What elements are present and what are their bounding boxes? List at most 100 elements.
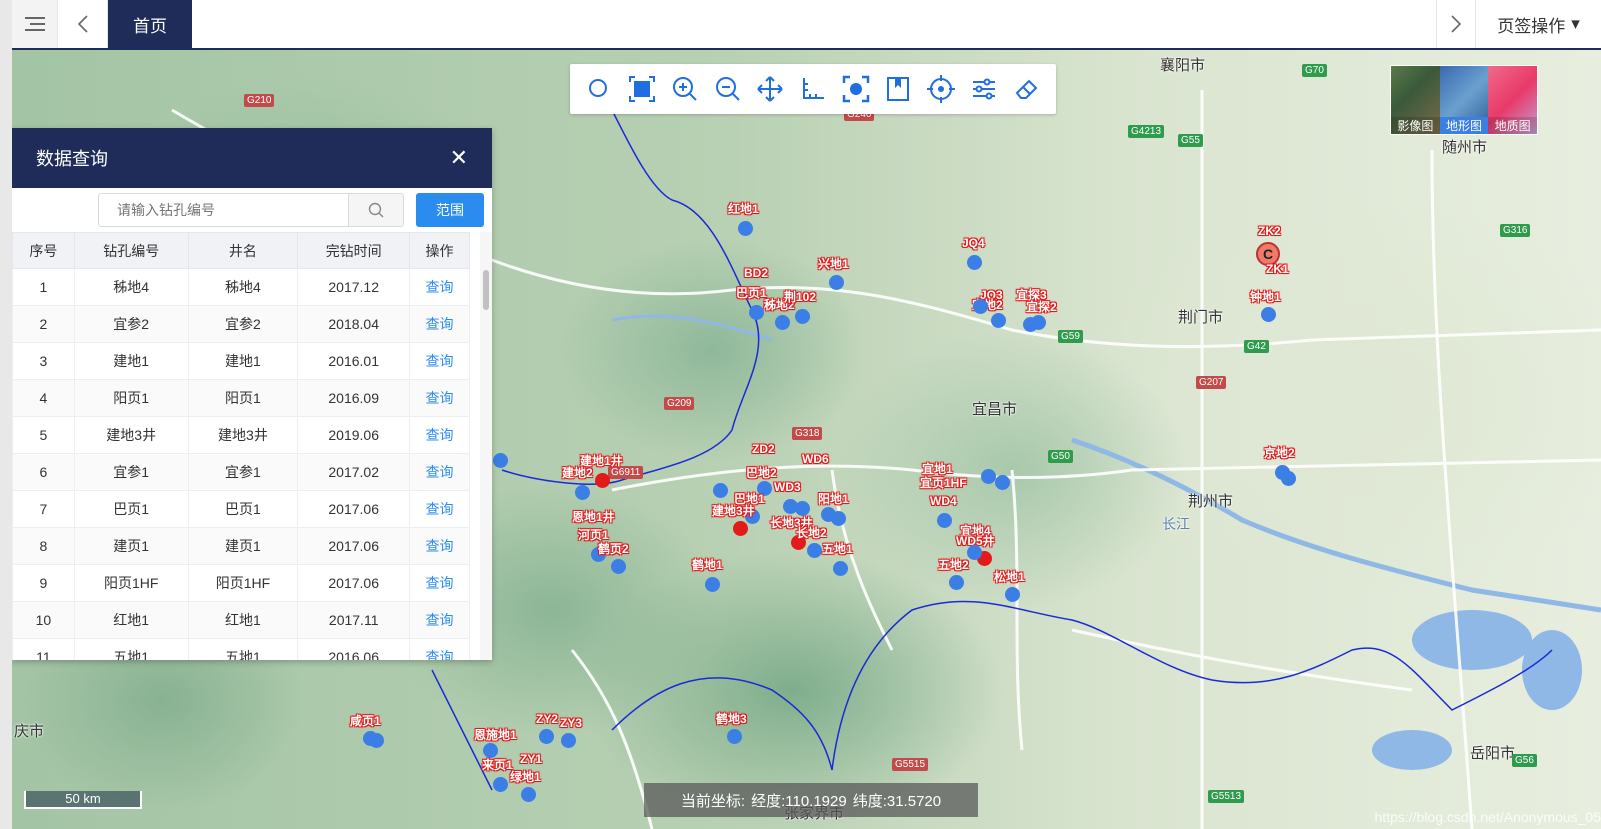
well-pin[interactable] bbox=[829, 275, 844, 290]
tab-scroll-right-icon[interactable] bbox=[1436, 0, 1476, 48]
well-pin[interactable] bbox=[981, 469, 996, 484]
query-link[interactable]: 查询 bbox=[409, 453, 470, 491]
query-link[interactable]: 查询 bbox=[409, 564, 470, 602]
bookmark-icon[interactable] bbox=[883, 74, 913, 104]
close-icon[interactable]: ✕ bbox=[450, 145, 468, 171]
well-pin[interactable] bbox=[727, 729, 742, 744]
well-label: 鹤页2 bbox=[598, 542, 629, 556]
borehole-search-input[interactable] bbox=[99, 194, 348, 226]
well-label: 巴地2 bbox=[746, 466, 777, 480]
table-cell: 6 bbox=[12, 453, 75, 491]
query-link[interactable]: 查询 bbox=[409, 416, 470, 454]
pan-icon[interactable] bbox=[755, 74, 785, 104]
well-pin[interactable] bbox=[973, 299, 988, 314]
well-pin[interactable] bbox=[1031, 315, 1046, 330]
eraser-icon[interactable] bbox=[1012, 74, 1042, 104]
crosshair-icon[interactable] bbox=[926, 74, 956, 104]
tab-home[interactable]: 首页 bbox=[108, 0, 192, 48]
well-pin[interactable] bbox=[795, 501, 810, 516]
table-cell: 2016.01 bbox=[297, 342, 411, 380]
table-row: 1 秭地4 秭地4 2017.12 查询 bbox=[12, 268, 470, 306]
tab-ops-dropdown[interactable]: 页签操作 ▾ bbox=[1476, 0, 1601, 48]
well-pin[interactable] bbox=[831, 511, 846, 526]
search-icon[interactable] bbox=[584, 74, 614, 104]
zoom-out-icon[interactable] bbox=[713, 74, 743, 104]
well-pin[interactable] bbox=[937, 513, 952, 528]
basemap-geology[interactable]: 地质图 bbox=[1488, 66, 1538, 134]
col-header: 钻孔编号 bbox=[73, 232, 189, 269]
well-pin[interactable] bbox=[713, 483, 728, 498]
map-view[interactable]: 襄阳市 随州市 荆门市 宜昌市 荆州市 岳阳市 庆市 长江 张家界市 G210 … bbox=[12, 50, 1601, 829]
zoom-in-icon[interactable] bbox=[670, 74, 700, 104]
well-pin[interactable] bbox=[561, 733, 576, 748]
well-label: ZY3 bbox=[560, 716, 583, 730]
col-header: 井名 bbox=[187, 232, 299, 269]
road-label: G207 bbox=[1196, 376, 1227, 389]
well-pin[interactable] bbox=[521, 787, 536, 802]
scrollbar-thumb[interactable] bbox=[483, 270, 489, 310]
well-pin[interactable] bbox=[995, 475, 1010, 490]
well-label: ZK2 bbox=[1258, 224, 1281, 238]
measure-icon[interactable] bbox=[798, 74, 828, 104]
query-link[interactable]: 查询 bbox=[409, 638, 470, 660]
menu-toggle-icon[interactable] bbox=[12, 0, 58, 48]
query-link[interactable]: 查询 bbox=[409, 268, 470, 306]
table-row: 7 巴页1 巴页1 2017.06 查询 bbox=[12, 490, 470, 528]
query-link[interactable]: 查询 bbox=[409, 527, 470, 565]
well-pin[interactable] bbox=[733, 521, 748, 536]
query-link[interactable]: 查询 bbox=[409, 490, 470, 528]
table-cell: 3 bbox=[12, 342, 75, 380]
query-link[interactable]: 查询 bbox=[409, 601, 470, 639]
well-label: 红地1 bbox=[728, 202, 759, 216]
well-pin[interactable] bbox=[749, 305, 764, 320]
well-pin[interactable] bbox=[595, 473, 610, 488]
well-pin[interactable] bbox=[493, 777, 508, 792]
well-pin[interactable] bbox=[705, 577, 720, 592]
range-button[interactable]: 范围 bbox=[416, 193, 484, 227]
table-cell: 2018.04 bbox=[297, 305, 411, 343]
table-cell: 1 bbox=[12, 268, 75, 306]
well-pin[interactable] bbox=[775, 315, 790, 330]
well-pin[interactable] bbox=[369, 733, 384, 748]
well-pin[interactable] bbox=[807, 543, 822, 558]
search-icon[interactable] bbox=[348, 194, 403, 226]
table-cell: 五地1 bbox=[73, 638, 189, 660]
well-pin[interactable] bbox=[738, 221, 753, 236]
well-pin[interactable] bbox=[967, 255, 982, 270]
well-pin[interactable] bbox=[991, 313, 1006, 328]
tab-ops-label: 页签操作 bbox=[1497, 16, 1566, 36]
table-cell: 巴页1 bbox=[73, 490, 189, 528]
table-body: 1 秭地4 秭地4 2017.12 查询 2 宜参2 宜参2 2018.04 查询 3 建地1 建地1 2… bbox=[12, 268, 470, 660]
query-link[interactable]: 查询 bbox=[409, 305, 470, 343]
well-pin[interactable] bbox=[1005, 587, 1020, 602]
table-cell: 4 bbox=[12, 379, 75, 417]
basemap-terrain[interactable]: 地形图 bbox=[1439, 66, 1489, 134]
full-extent-icon[interactable] bbox=[627, 74, 657, 104]
table-cell: 建页1 bbox=[187, 527, 299, 565]
well-label: 咸页1 bbox=[350, 714, 381, 728]
well-pin[interactable] bbox=[493, 453, 508, 468]
well-pin[interactable] bbox=[1281, 471, 1296, 486]
tab-scroll-left-icon[interactable] bbox=[58, 0, 108, 48]
well-pin[interactable] bbox=[539, 729, 554, 744]
well-pin[interactable] bbox=[611, 559, 626, 574]
road-label: G210 bbox=[244, 94, 275, 107]
table-row: 4 阳页1 阳页1 2016.09 查询 bbox=[12, 379, 470, 417]
settings-sliders-icon[interactable] bbox=[969, 74, 999, 104]
table-cell: 2017.12 bbox=[297, 268, 411, 306]
basemap-imagery[interactable]: 影像图 bbox=[1391, 66, 1440, 134]
well-label: 荆102 bbox=[784, 290, 817, 304]
city-label: 庆市 bbox=[14, 723, 45, 740]
table-cell: 7 bbox=[12, 490, 75, 528]
table-cell: 2019.06 bbox=[297, 416, 411, 454]
well-pin[interactable] bbox=[575, 485, 590, 500]
well-pin[interactable] bbox=[795, 309, 810, 324]
well-pin[interactable] bbox=[949, 575, 964, 590]
well-pin[interactable] bbox=[1261, 307, 1276, 322]
well-pin[interactable] bbox=[833, 561, 848, 576]
locate-target-icon[interactable] bbox=[841, 74, 871, 104]
query-link[interactable]: 查询 bbox=[409, 379, 470, 417]
query-link[interactable]: 查询 bbox=[409, 342, 470, 380]
basemap-label: 地质图 bbox=[1488, 117, 1538, 134]
well-pin[interactable] bbox=[967, 545, 982, 560]
